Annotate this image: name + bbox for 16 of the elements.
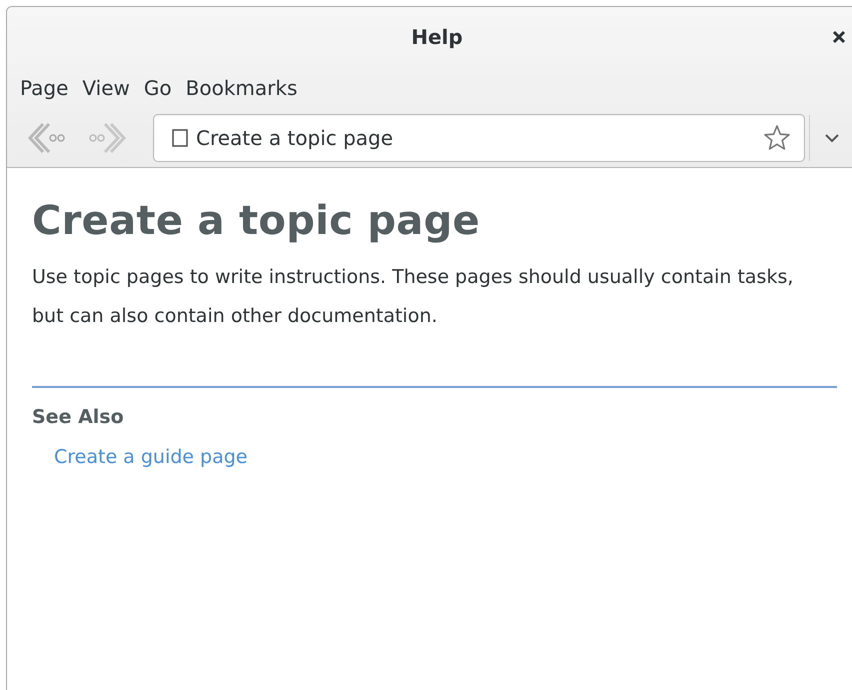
menu-item[interactable]: Bookmarks <box>178 72 304 104</box>
back-arrow-icon <box>27 121 67 155</box>
see-also-heading: See Also <box>32 406 125 428</box>
forward-arrow-icon <box>87 121 127 155</box>
page-heading: Create a topic page <box>32 198 481 244</box>
close-icon <box>832 30 846 44</box>
page-icon <box>172 129 188 147</box>
menu-item[interactable]: View <box>75 72 137 104</box>
page-description: Use topic pages to write instructions. These pages should usually contain tasks, but can also contain other documentation. <box>32 265 794 329</box>
window-title: Help <box>411 25 463 49</box>
star-icon[interactable] <box>762 123 792 153</box>
menu-item[interactable]: Page <box>13 72 76 104</box>
chevron-down-icon <box>824 133 840 143</box>
menu-item[interactable]: Go <box>136 72 179 104</box>
location-field[interactable]: Create a topic page <box>153 114 805 162</box>
location-text: Create a topic page <box>195 126 394 150</box>
